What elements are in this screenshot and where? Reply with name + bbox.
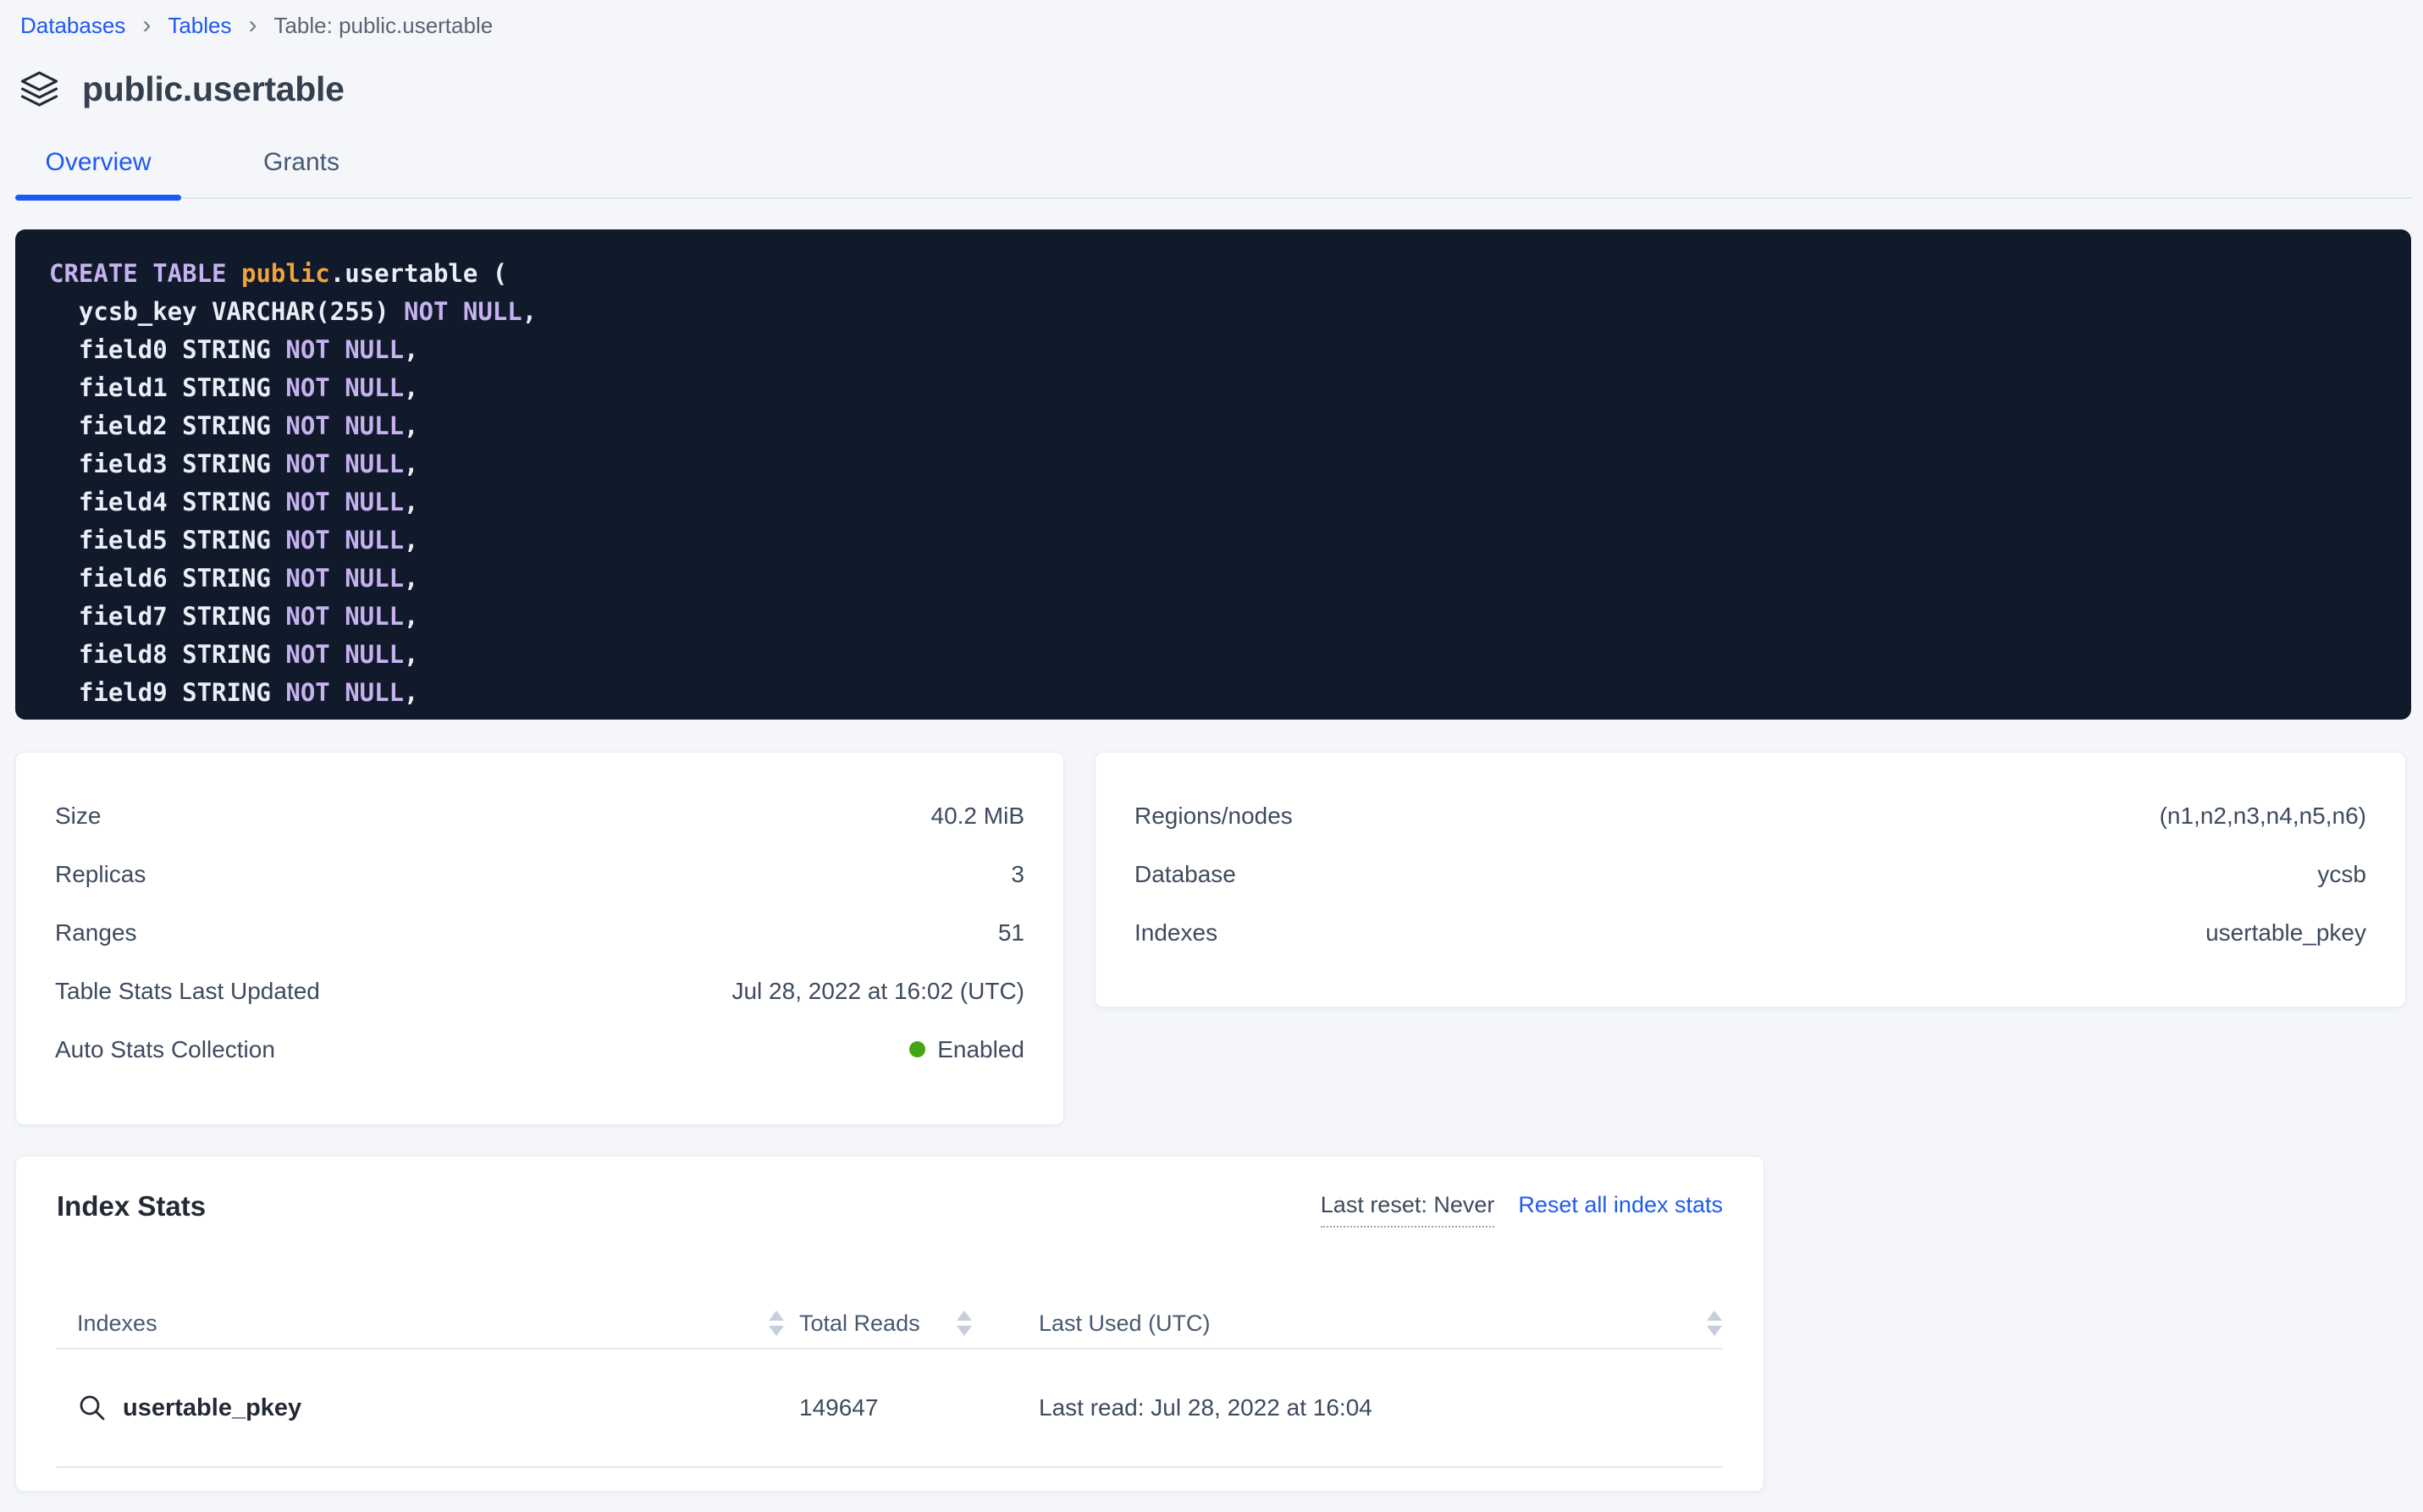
summary-value-text: Enabled bbox=[937, 1036, 1024, 1063]
page-header: public.usertable bbox=[19, 69, 2423, 109]
summary-row: Regions/nodes (n1,n2,n3,n4,n5,n6) bbox=[1096, 786, 2405, 845]
sql-line: field3 STRING NOT NULL, bbox=[49, 445, 2377, 483]
summary-label: Regions/nodes bbox=[1134, 803, 1293, 830]
summary-row: Table Stats Last Updated Jul 28, 2022 at … bbox=[16, 962, 1063, 1020]
summary-row: Indexes usertable_pkey bbox=[1096, 903, 2405, 962]
summary-value: (n1,n2,n3,n4,n5,n6) bbox=[2160, 803, 2366, 830]
sort-icon[interactable] bbox=[956, 1310, 973, 1337]
sql-line: field4 STRING NOT NULL, bbox=[49, 483, 2377, 521]
index-name[interactable]: usertable_pkey bbox=[123, 1394, 301, 1422]
summary-value-text: Jul 28, 2022 at 16:02 (UTC) bbox=[731, 978, 1024, 1005]
summary-value: Jul 28, 2022 at 16:02 (UTC) bbox=[731, 978, 1024, 1005]
layers-icon bbox=[19, 70, 60, 109]
total-reads-cell: 149647 bbox=[785, 1394, 1039, 1421]
column-header-sort[interactable] bbox=[1704, 1310, 1723, 1337]
summary-value: 40.2 MiB bbox=[931, 803, 1025, 830]
summary-row: Database ycsb bbox=[1096, 845, 2405, 903]
sql-line: field2 STRING NOT NULL, bbox=[49, 407, 2377, 445]
sql-line: field0 STRING NOT NULL, bbox=[49, 331, 2377, 369]
summary-value-text: 51 bbox=[998, 919, 1024, 946]
sql-line: field7 STRING NOT NULL, bbox=[49, 598, 2377, 636]
summary-value: usertable_pkey bbox=[2205, 919, 2366, 946]
summary-value-text: ycsb bbox=[2317, 861, 2366, 888]
index-stats-card: Index Stats Last reset: Never Reset all … bbox=[15, 1156, 1764, 1492]
column-label: Last Used (UTC) bbox=[1039, 1311, 1211, 1336]
summary-cards-row: Size 40.2 MiB Replicas 3 Ranges 51 Table Stats… bbox=[15, 752, 2408, 1125]
summary-value-text: (n1,n2,n3,n4,n5,n6) bbox=[2160, 803, 2366, 830]
summary-label: Auto Stats Collection bbox=[55, 1036, 275, 1063]
summary-label: Database bbox=[1134, 861, 1236, 888]
summary-value-text: 3 bbox=[1011, 861, 1024, 888]
tab-overview[interactable]: Overview bbox=[15, 148, 181, 197]
page-title: public.usertable bbox=[82, 69, 345, 109]
sql-line: CREATE TABLE public.usertable ( bbox=[49, 255, 2377, 293]
sql-line: field6 STRING NOT NULL, bbox=[49, 560, 2377, 598]
status-dot bbox=[909, 1041, 925, 1057]
summary-row: Replicas 3 bbox=[16, 845, 1063, 903]
column-header-indexes[interactable]: Indexes bbox=[57, 1310, 785, 1337]
sql-line: field8 STRING NOT NULL, bbox=[49, 636, 2377, 674]
index-table-body: usertable_pkey 149647Last read: Jul 28, 2… bbox=[57, 1349, 1723, 1468]
summary-label: Replicas bbox=[55, 861, 146, 888]
breadcrumb-link[interactable]: Tables bbox=[168, 10, 231, 41]
search-icon bbox=[77, 1393, 108, 1423]
summary-row: Size 40.2 MiB bbox=[16, 786, 1063, 845]
breadcrumb: Databases › Tables › Table: public.usertable bbox=[0, 0, 2423, 41]
index-stats-table: Indexes Total Reads Last Used (UTC) bbox=[57, 1299, 1723, 1468]
tab-bar: Overview Grants bbox=[15, 148, 2411, 199]
summary-value: Enabled bbox=[909, 1036, 1024, 1063]
create-table-sql: CREATE TABLE public.usertable ( ycsb_key… bbox=[15, 229, 2411, 720]
table-meta-card: Regions/nodes (n1,n2,n3,n4,n5,n6) Database… bbox=[1095, 752, 2406, 1007]
index-name-cell: usertable_pkey bbox=[57, 1393, 785, 1423]
summary-label: Table Stats Last Updated bbox=[55, 978, 320, 1005]
tab-grants[interactable]: Grants bbox=[218, 148, 384, 197]
sql-line: field9 STRING NOT NULL, bbox=[49, 674, 2377, 712]
table-row: usertable_pkey 149647Last read: Jul 28, 2… bbox=[57, 1349, 1723, 1468]
sql-line: field1 STRING NOT NULL, bbox=[49, 369, 2377, 407]
index-stats-header: Index Stats Last reset: Never Reset all … bbox=[57, 1190, 1723, 1228]
sort-icon[interactable] bbox=[1706, 1310, 1723, 1337]
summary-value: ycsb bbox=[2317, 861, 2366, 888]
sql-line: field5 STRING NOT NULL, bbox=[49, 521, 2377, 560]
summary-value-text: usertable_pkey bbox=[2205, 919, 2366, 946]
last-reset-label: Last reset: Never bbox=[1321, 1192, 1495, 1228]
column-header-last-used[interactable]: Last Used (UTC) bbox=[1039, 1311, 1704, 1337]
summary-value: 3 bbox=[1011, 861, 1024, 888]
last-used-cell: Last read: Jul 28, 2022 at 16:04 bbox=[1039, 1394, 1723, 1421]
column-header-total-reads[interactable]: Total Reads bbox=[785, 1310, 1039, 1337]
column-label: Total Reads bbox=[799, 1311, 920, 1337]
sort-icon[interactable] bbox=[768, 1310, 785, 1337]
summary-value-text: 40.2 MiB bbox=[931, 803, 1025, 830]
summary-label: Indexes bbox=[1134, 919, 1217, 946]
table-details-page: Databases › Tables › Table: public.usertable… bbox=[0, 0, 2423, 1492]
summary-label: Ranges bbox=[55, 919, 137, 946]
summary-value: 51 bbox=[998, 919, 1024, 946]
chevron-right-icon: › bbox=[248, 13, 257, 38]
summary-row: Auto Stats Collection Enabled bbox=[16, 1020, 1063, 1079]
table-stats-card: Size 40.2 MiB Replicas 3 Ranges 51 Table Stats… bbox=[15, 752, 1064, 1125]
breadcrumb-current: Table: public.usertable bbox=[273, 10, 493, 41]
index-stats-meta: Last reset: Never Reset all index stats bbox=[1321, 1190, 1723, 1228]
sql-line: ycsb_key VARCHAR(255) NOT NULL, bbox=[49, 293, 2377, 331]
chevron-right-icon: › bbox=[142, 13, 151, 38]
summary-label: Size bbox=[55, 803, 101, 830]
breadcrumb-link[interactable]: Databases bbox=[20, 10, 125, 41]
index-table-header: Indexes Total Reads Last Used (UTC) bbox=[57, 1299, 1723, 1349]
summary-row: Ranges 51 bbox=[16, 903, 1063, 962]
index-stats-title: Index Stats bbox=[57, 1190, 206, 1222]
reset-index-stats-link[interactable]: Reset all index stats bbox=[1518, 1192, 1723, 1218]
column-label: Indexes bbox=[77, 1311, 157, 1337]
